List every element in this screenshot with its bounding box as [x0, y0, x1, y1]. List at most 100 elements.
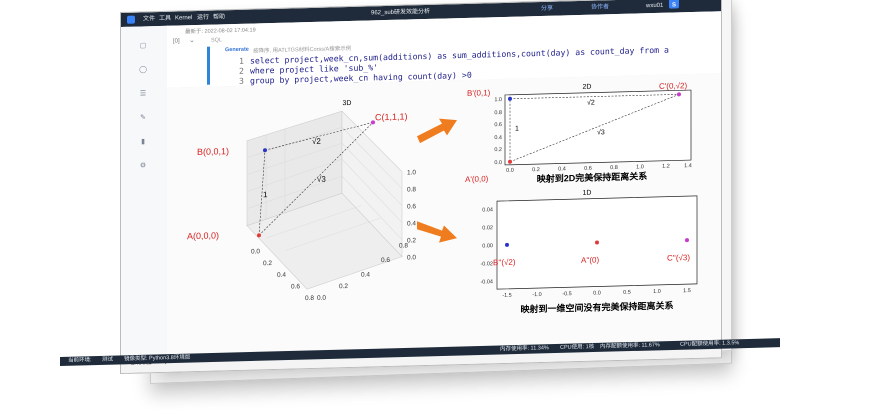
tick: 0.0	[593, 290, 601, 296]
chart-2d-label-b: B'(0,1)	[467, 88, 491, 98]
chart-3d: 3D A(0,0,0) B(0,0,1) C(1,1,1) 1 √2 √3 0.…	[187, 100, 416, 302]
tick: 0.4	[277, 272, 286, 279]
tick: 0.0	[506, 168, 514, 174]
chart-2d-label-c: C'(0,√2)	[659, 81, 687, 91]
chart-2d-frame	[504, 89, 692, 166]
chart-2d-edge-sqrt3: √3	[597, 128, 605, 136]
tick: 0.04	[482, 207, 493, 213]
user-name[interactable]: wxu01	[646, 0, 663, 13]
chart-2d-y-ticks: 0.0 0.2 0.4 0.6 0.8 1.0	[494, 97, 502, 166]
tick: 0.4	[494, 135, 502, 141]
tick: 0.02	[482, 225, 493, 231]
tick: 0.6	[407, 203, 416, 210]
menu-help[interactable]: 帮助	[213, 10, 225, 24]
tick: 0.4	[407, 220, 416, 227]
arrow-to-2d	[417, 118, 457, 144]
env-value[interactable]: 测试	[102, 356, 113, 365]
left-sidebar: ▢ ◯ ☰ ✎ ▮ ⚙	[121, 25, 168, 357]
mem-usage: 内存使用率: 11.34%	[500, 345, 549, 353]
chart-1d-label-a: A''(0)	[581, 255, 600, 264]
tick: 0.6	[381, 257, 390, 264]
tick: -0.5	[562, 291, 571, 297]
chart-1d-y-ticks: 0.04 0.02 0.00 -0.02 -0.04	[480, 207, 493, 285]
tick: 0.6	[494, 122, 502, 128]
tick: 0.5	[623, 290, 631, 296]
tick: 1.4	[684, 163, 692, 169]
tick: -1.5	[502, 293, 511, 299]
chart-1d-label-b: B''(√2)	[493, 258, 516, 268]
tools-icon[interactable]: ✎	[139, 114, 147, 122]
chart-1d-caption: 映射到一维空间没有完美保持距离关系	[521, 300, 674, 315]
tick: 1.2	[662, 164, 670, 170]
tick: 0.8	[494, 110, 502, 116]
share-button[interactable]: 分享	[541, 2, 553, 16]
chart-2d-caption: 映射到2D完美保持距离关系	[537, 170, 647, 184]
tick: 1.5	[683, 288, 691, 294]
menu-tools[interactable]: 工具	[159, 12, 171, 26]
screenshot-stage: 文件 工具 Kernel 运行 帮助 962_sub研发效能分析 分享 协作者 …	[0, 0, 871, 410]
tick: 0.2	[407, 237, 416, 244]
arrow-to-1d	[417, 221, 457, 243]
tick: 0.00	[482, 243, 493, 249]
chart-3d-edge-sqrt3: √3	[317, 175, 326, 184]
tick: 0.2	[532, 167, 540, 173]
chart-1d-label-c: C''(√3)	[667, 253, 690, 263]
bookmark-icon[interactable]: ▮	[139, 138, 147, 146]
chart-2d-edge-1: 1	[515, 126, 519, 133]
tick: 0.4	[558, 166, 566, 172]
chart-1d-x-ticks: -1.5 -1.0 -0.5 0.0 0.5 1.0 1.5	[502, 288, 691, 299]
search-icon[interactable]: ◯	[139, 66, 147, 74]
chart-3d-title: 3D	[343, 100, 352, 107]
tick: 0.8	[407, 186, 416, 193]
tick: 0.2	[263, 260, 272, 267]
chart-3d-z-ticks: 0.0 0.2 0.4 0.6 0.8 1.0	[407, 169, 416, 261]
tick: 0.8	[305, 295, 314, 302]
settings-icon[interactable]: ⚙	[139, 162, 147, 170]
output-area: 3D A(0,0,0) B(0,0,1) C(1,1,1) 1 √2 √3 0.…	[167, 73, 721, 356]
mem-quota: 内存配额使用率: 11.67%	[600, 342, 660, 350]
saved-time: 最新于: 2022-08-02 17:04:19	[185, 27, 256, 36]
tick: -1.0	[532, 292, 541, 298]
data-icon[interactable]: ☰	[139, 90, 147, 98]
cell-prompt: [0]	[173, 38, 180, 45]
tick: -0.04	[480, 279, 493, 285]
chart-3d-label-a: A(0,0,0)	[187, 230, 219, 241]
tick: 0.0	[317, 295, 326, 302]
chart-1d-title: 1D	[583, 190, 592, 197]
tick: 0.0	[494, 160, 502, 166]
env-label: 当前环境:	[68, 357, 92, 364]
cell-lang[interactable]: SQL	[211, 37, 222, 43]
menu-run[interactable]: 运行	[197, 11, 209, 25]
tick: 1.0	[407, 169, 416, 176]
user-avatar-letter: S	[672, 2, 677, 9]
collab-button[interactable]: 协作者	[591, 0, 609, 14]
chart-3d-label-b: B(0,0,1)	[197, 146, 229, 157]
tick: 0.2	[494, 147, 502, 153]
tick: 0.6	[291, 283, 300, 290]
chart-2d-edge-sqrt2: √2	[587, 99, 595, 107]
cell-blue-marker	[207, 46, 210, 85]
generate-label[interactable]: Generate	[225, 47, 249, 54]
chart-2d: 2D A'(0,0) B'(0,1) C'(0,√2) 1 √2 √3 0.0 …	[465, 81, 692, 184]
tick: 0.2	[339, 283, 348, 290]
app-logo-icon[interactable]	[127, 15, 135, 24]
chart-3d-edge-1: 1	[263, 190, 268, 199]
tick: 1.0	[636, 164, 644, 170]
chart-2d-title: 2D	[583, 84, 592, 91]
notebook-window: 文件 工具 Kernel 运行 帮助 962_sub研发效能分析 分享 协作者 …	[120, 0, 722, 374]
tick: 0.8	[610, 165, 618, 171]
output-figures: 3D A(0,0,0) B(0,0,1) C(1,1,1) 1 √2 √3 0.…	[187, 81, 698, 315]
tick: -0.02	[480, 261, 493, 267]
chart-3d-edge-sqrt2: √2	[312, 137, 321, 146]
chevron-down-icon[interactable]: ⌄	[189, 36, 195, 44]
menu-kernel[interactable]: Kernel	[175, 11, 192, 25]
tick: 0.0	[251, 248, 260, 255]
tick: 1.0	[494, 97, 502, 103]
image-type: 镜像类型: Python3.8环境版	[124, 354, 191, 363]
tick: 0.6	[584, 166, 592, 172]
files-icon[interactable]: ▢	[139, 42, 147, 50]
cpu-quota: CPU配额使用率: 1.3.5%	[680, 340, 740, 348]
chart-3d-label-c: C(1,1,1)	[375, 111, 408, 122]
menu-file[interactable]: 文件	[143, 12, 155, 26]
tick: 0.0	[407, 254, 416, 261]
